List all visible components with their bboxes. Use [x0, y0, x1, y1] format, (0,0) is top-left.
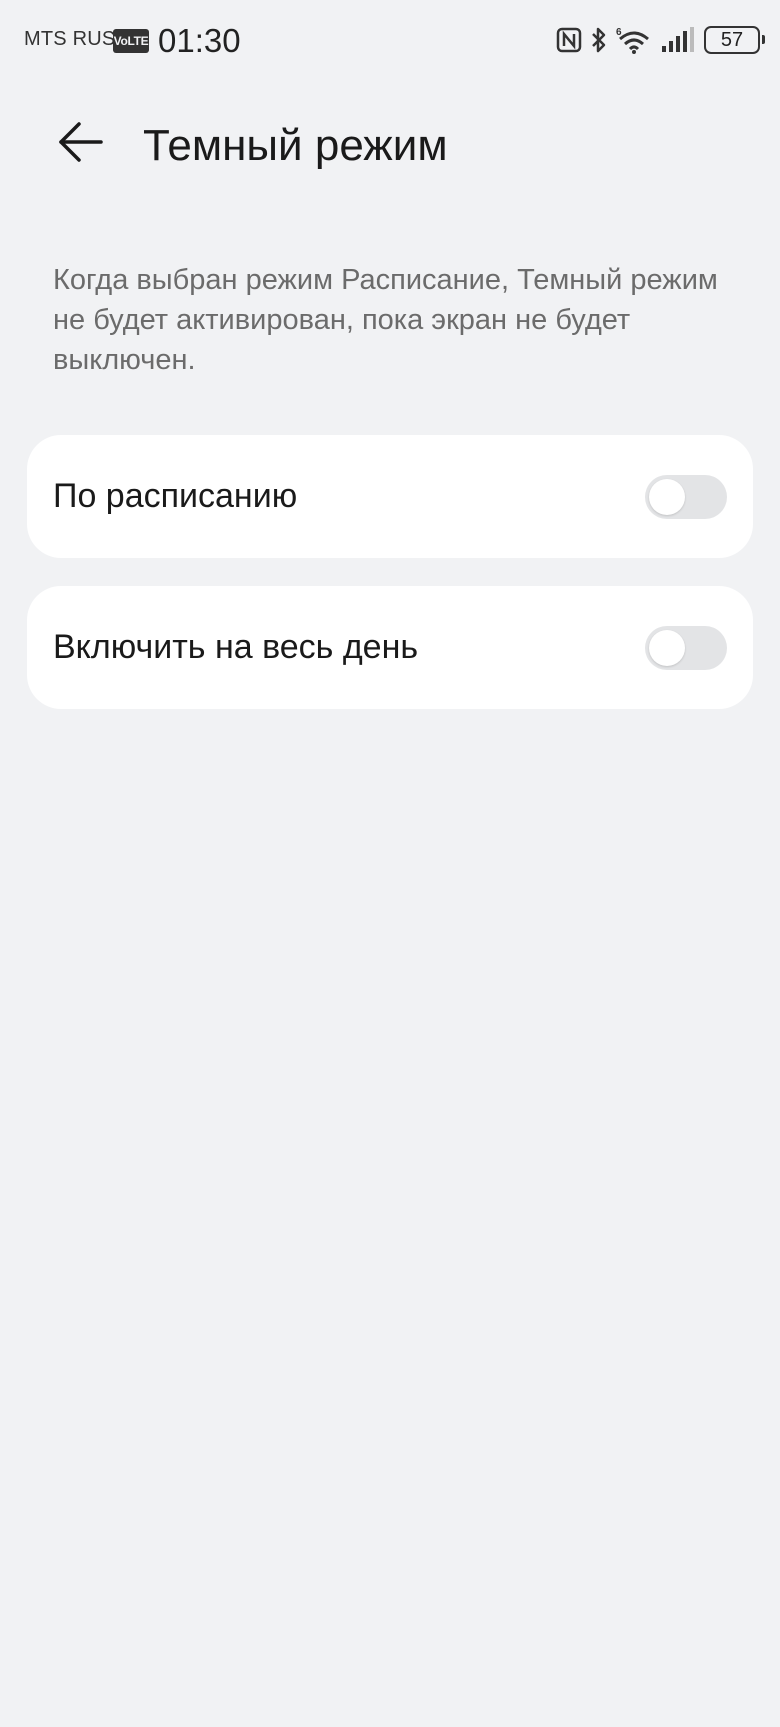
battery-icon: 57	[704, 26, 765, 54]
setting-schedule[interactable]: По расписанию	[27, 435, 753, 558]
battery-level: 57	[720, 28, 744, 51]
bluetooth-icon	[590, 26, 608, 54]
setting-label: Включить на весь день	[53, 628, 419, 666]
schedule-toggle[interactable]	[645, 475, 727, 519]
nfc-icon	[556, 27, 582, 53]
volte-badge: VoLTE	[113, 29, 149, 53]
description-text: Когда выбран режим Расписание, Темный ре…	[53, 264, 718, 376]
page-title: Темный режим	[143, 121, 448, 170]
all-day-toggle[interactable]	[645, 626, 727, 670]
carrier-name: MTS RUS	[24, 28, 116, 50]
setting-label: По расписанию	[53, 477, 298, 515]
arrow-left-icon	[55, 120, 105, 169]
signal-icon	[660, 26, 696, 54]
toggle-knob	[649, 479, 685, 515]
back-button[interactable]	[46, 118, 114, 170]
status-bar: MTS RUS VoLTE 01:30 6 57	[0, 0, 780, 80]
setting-all-day[interactable]: Включить на весь день	[27, 586, 753, 709]
status-clock: 01:30	[158, 22, 241, 59]
status-icons: 6 57	[556, 22, 765, 58]
wifi-6-icon: 6	[616, 25, 652, 55]
toggle-knob	[649, 630, 685, 666]
app-header: Темный режим	[0, 100, 780, 190]
